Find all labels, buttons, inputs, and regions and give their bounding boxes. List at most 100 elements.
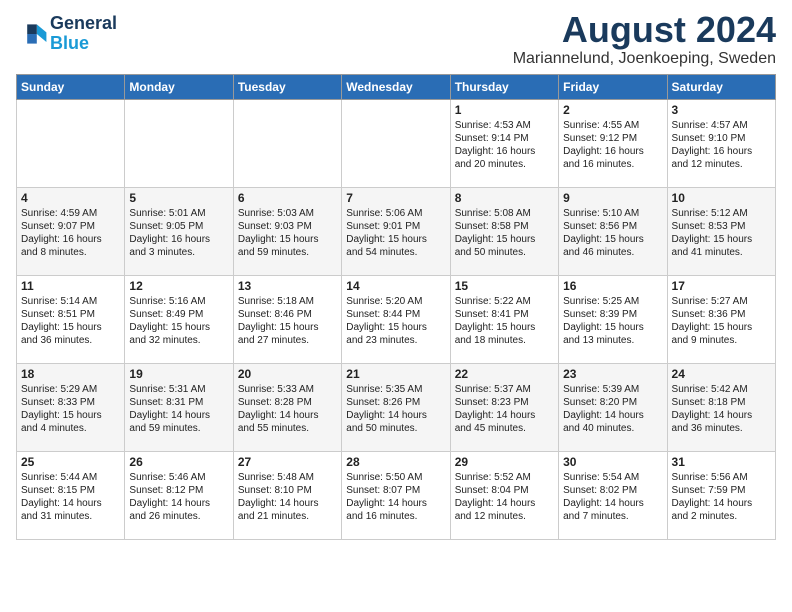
calendar-cell: 31Sunrise: 5:56 AMSunset: 7:59 PMDayligh…: [667, 451, 775, 539]
calendar-cell: [125, 99, 233, 187]
day-number: 20: [238, 367, 337, 381]
day-number: 7: [346, 191, 445, 205]
cell-text: Sunrise: 5:52 AM: [455, 471, 554, 484]
day-number: 13: [238, 279, 337, 293]
week-row-1: 1Sunrise: 4:53 AMSunset: 9:14 PMDaylight…: [17, 99, 776, 187]
calendar-cell: 1Sunrise: 4:53 AMSunset: 9:14 PMDaylight…: [450, 99, 558, 187]
cell-text: Sunset: 9:07 PM: [21, 220, 120, 233]
cell-text: Sunset: 8:15 PM: [21, 484, 120, 497]
calendar-cell: 5Sunrise: 5:01 AMSunset: 9:05 PMDaylight…: [125, 187, 233, 275]
cell-text: Sunrise: 5:35 AM: [346, 383, 445, 396]
cell-text: Daylight: 15 hours: [672, 233, 771, 246]
calendar-cell: 8Sunrise: 5:08 AMSunset: 8:58 PMDaylight…: [450, 187, 558, 275]
cell-text: Sunrise: 5:25 AM: [563, 295, 662, 308]
cell-text: and 2 minutes.: [672, 510, 771, 523]
cell-text: Sunrise: 5:50 AM: [346, 471, 445, 484]
cell-text: Daylight: 15 hours: [455, 321, 554, 334]
day-number: 2: [563, 103, 662, 117]
cell-text: and 50 minutes.: [346, 422, 445, 435]
cell-text: Sunset: 8:56 PM: [563, 220, 662, 233]
calendar-cell: 17Sunrise: 5:27 AMSunset: 8:36 PMDayligh…: [667, 275, 775, 363]
calendar-cell: 6Sunrise: 5:03 AMSunset: 9:03 PMDaylight…: [233, 187, 341, 275]
cell-text: Sunset: 8:39 PM: [563, 308, 662, 321]
header: General Blue August 2024 Mariannelund, J…: [16, 10, 776, 68]
day-number: 1: [455, 103, 554, 117]
cell-text: and 13 minutes.: [563, 334, 662, 347]
calendar-cell: 26 Sunrise: 5:46 AMSunset: 8:12 PMDayligh…: [125, 451, 233, 539]
logo: General Blue: [16, 14, 117, 54]
calendar-cell: 19Sunrise: 5:31 AMSunset: 8:31 PMDayligh…: [125, 363, 233, 451]
day-number: 26: [129, 455, 228, 469]
cell-text: and 3 minutes.: [129, 246, 228, 259]
cell-text: Sunset: 9:14 PM: [455, 132, 554, 145]
cell-text: and 36 minutes.: [21, 334, 120, 347]
cell-text: Sunset: 9:05 PM: [129, 220, 228, 233]
cell-text: and 50 minutes.: [455, 246, 554, 259]
cell-text: Sunrise: 5:48 AM: [238, 471, 337, 484]
calendar-cell: 12Sunrise: 5:16 AMSunset: 8:49 PMDayligh…: [125, 275, 233, 363]
cell-text: Daylight: 14 hours: [21, 497, 120, 510]
cell-text: and 4 minutes.: [21, 422, 120, 435]
day-number: 14: [346, 279, 445, 293]
cell-text: and 12 minutes.: [672, 158, 771, 171]
calendar-cell: [342, 99, 450, 187]
cell-text: and 41 minutes.: [672, 246, 771, 259]
day-number: 5: [129, 191, 228, 205]
day-number: 25: [21, 455, 120, 469]
cell-text: Sunset: 8:18 PM: [672, 396, 771, 409]
day-number: 28: [346, 455, 445, 469]
col-header-monday: Monday: [125, 74, 233, 99]
week-row-5: 25Sunrise: 5:44 AMSunset: 8:15 PMDayligh…: [17, 451, 776, 539]
cell-text: Sunrise: 5:46 AM: [129, 471, 228, 484]
cell-text: Sunset: 8:49 PM: [129, 308, 228, 321]
cell-text: Sunset: 8:04 PM: [455, 484, 554, 497]
cell-text: and 31 minutes.: [21, 510, 120, 523]
calendar-cell: 27Sunrise: 5:48 AMSunset: 8:10 PMDayligh…: [233, 451, 341, 539]
cell-text: Sunset: 8:12 PM: [129, 484, 228, 497]
cell-text: Sunset: 8:10 PM: [238, 484, 337, 497]
cell-text: Daylight: 15 hours: [346, 321, 445, 334]
title-block: August 2024 Mariannelund, Joenkoeping, S…: [513, 10, 776, 68]
day-number: 19: [129, 367, 228, 381]
day-number: 31: [672, 455, 771, 469]
cell-text: and 16 minutes.: [346, 510, 445, 523]
cell-text: and 46 minutes.: [563, 246, 662, 259]
cell-text: Sunset: 8:58 PM: [455, 220, 554, 233]
day-number: 8: [455, 191, 554, 205]
cell-text: Daylight: 14 hours: [129, 497, 228, 510]
cell-text: Daylight: 16 hours: [563, 145, 662, 158]
cell-text: Daylight: 16 hours: [672, 145, 771, 158]
day-number: 18: [21, 367, 120, 381]
cell-text: Daylight: 14 hours: [238, 409, 337, 422]
cell-text: Sunrise: 5:18 AM: [238, 295, 337, 308]
page-title: August 2024: [513, 10, 776, 50]
calendar-cell: 23Sunrise: 5:39 AMSunset: 8:20 PMDayligh…: [559, 363, 667, 451]
cell-text: Sunset: 9:01 PM: [346, 220, 445, 233]
day-number: 10: [672, 191, 771, 205]
calendar-cell: 24Sunrise: 5:42 AMSunset: 8:18 PMDayligh…: [667, 363, 775, 451]
cell-text: Daylight: 14 hours: [238, 497, 337, 510]
cell-text: and 18 minutes.: [455, 334, 554, 347]
cell-text: Sunset: 8:51 PM: [21, 308, 120, 321]
week-row-3: 11Sunrise: 5:14 AMSunset: 8:51 PMDayligh…: [17, 275, 776, 363]
calendar-cell: 25Sunrise: 5:44 AMSunset: 8:15 PMDayligh…: [17, 451, 125, 539]
calendar-cell: 30Sunrise: 5:54 AMSunset: 8:02 PMDayligh…: [559, 451, 667, 539]
cell-text: and 40 minutes.: [563, 422, 662, 435]
calendar-cell: [233, 99, 341, 187]
cell-text: and 21 minutes.: [238, 510, 337, 523]
cell-text: Sunset: 8:53 PM: [672, 220, 771, 233]
cell-text: and 23 minutes.: [346, 334, 445, 347]
cell-text: Sunrise: 5:54 AM: [563, 471, 662, 484]
day-number: 15: [455, 279, 554, 293]
cell-text: Sunrise: 5:22 AM: [455, 295, 554, 308]
cell-text: Sunset: 8:23 PM: [455, 396, 554, 409]
cell-text: Daylight: 14 hours: [563, 497, 662, 510]
header-row: SundayMondayTuesdayWednesdayThursdayFrid…: [17, 74, 776, 99]
cell-text: Daylight: 15 hours: [21, 409, 120, 422]
cell-text: Sunset: 8:33 PM: [21, 396, 120, 409]
cell-text: Daylight: 14 hours: [129, 409, 228, 422]
logo-icon: [16, 18, 48, 50]
day-number: 3: [672, 103, 771, 117]
cell-text: Daylight: 15 hours: [672, 321, 771, 334]
day-number: 29: [455, 455, 554, 469]
